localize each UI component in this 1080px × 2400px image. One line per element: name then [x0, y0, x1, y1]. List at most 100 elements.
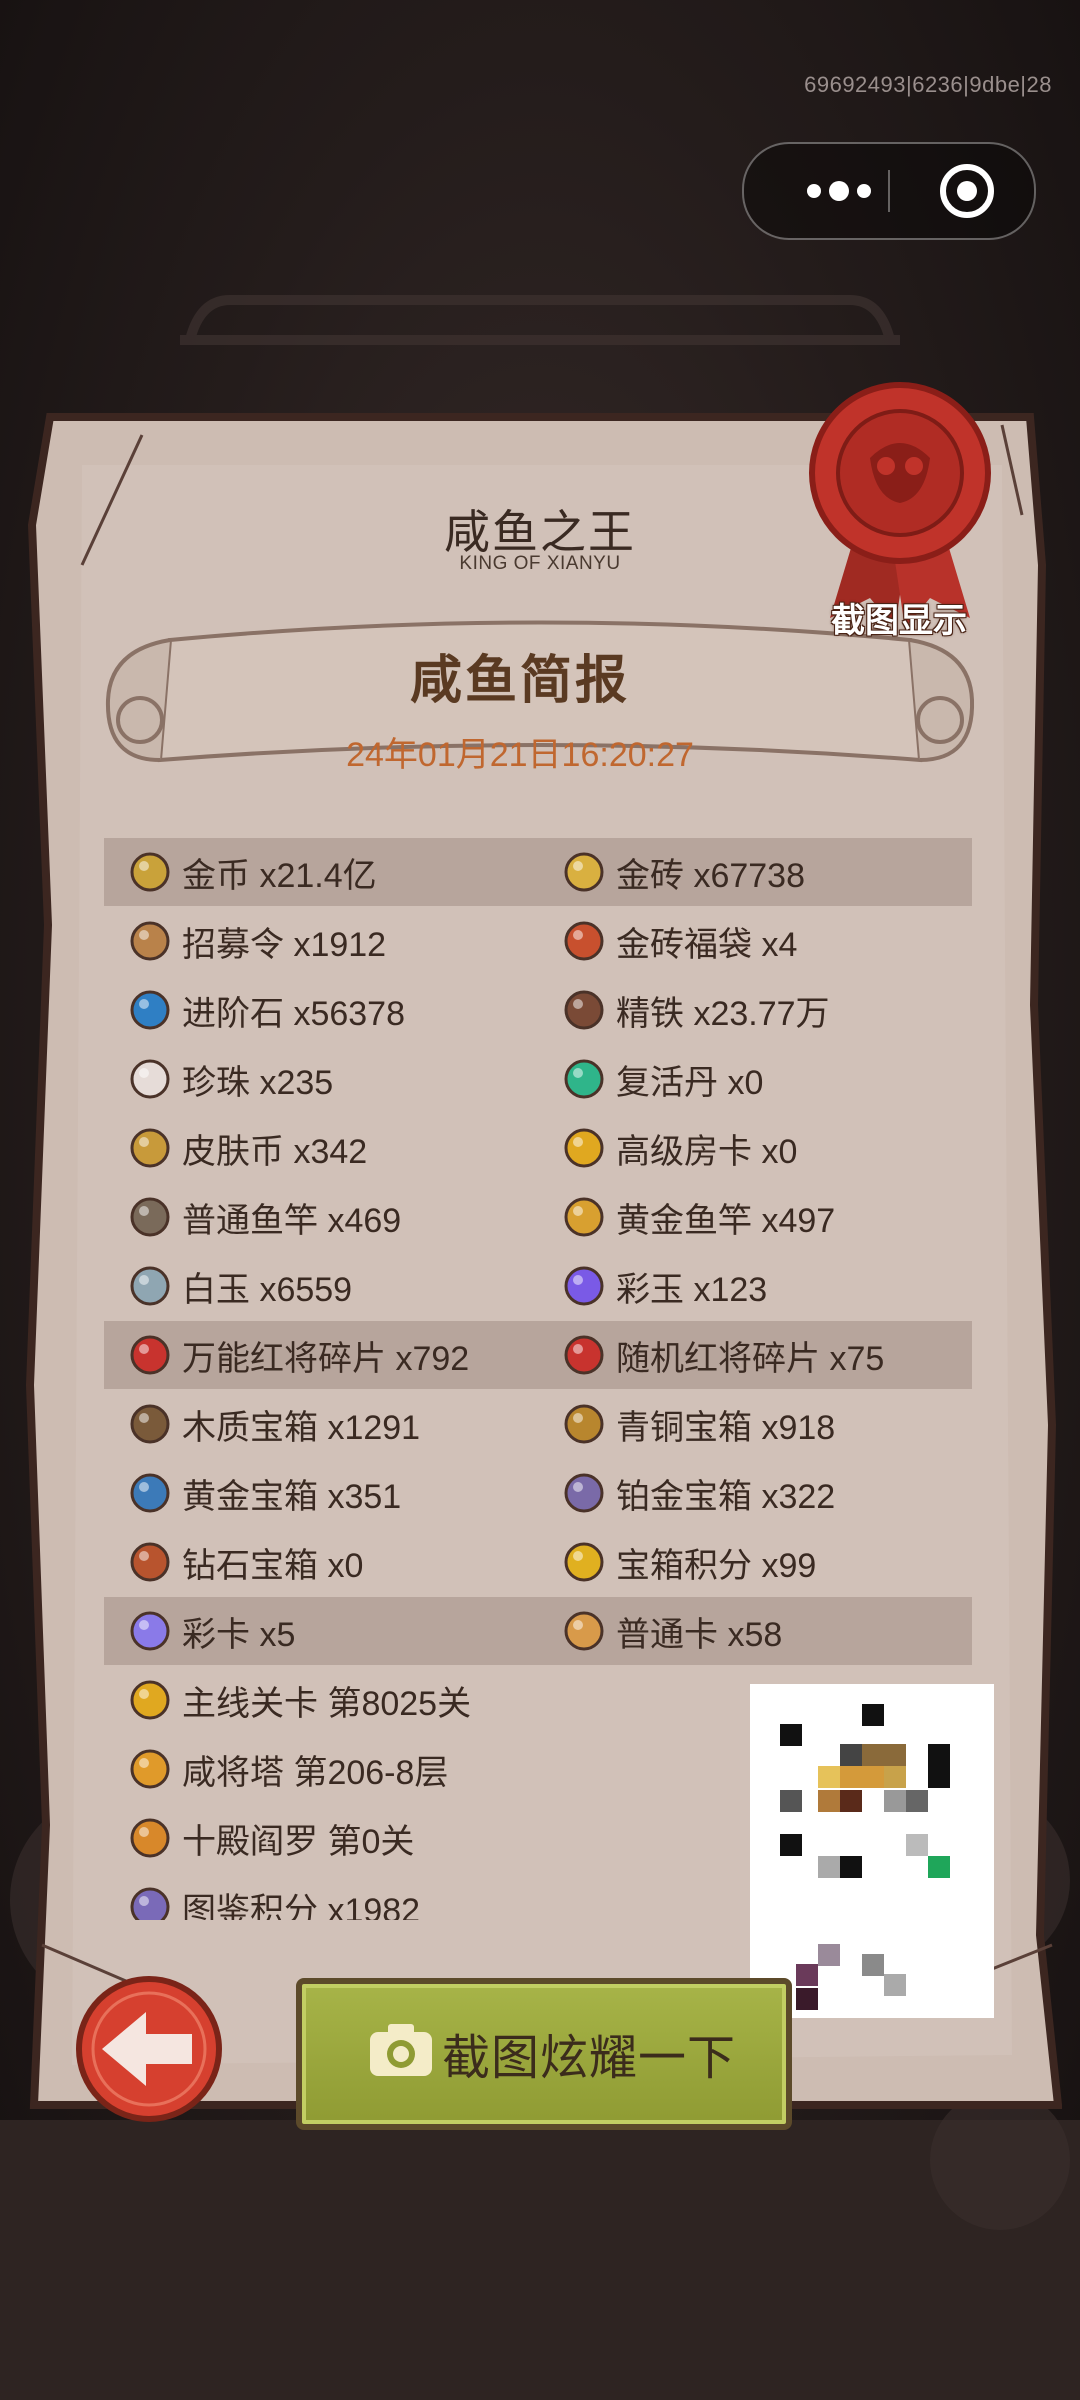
resource-item-label: 十殿阎罗 第0关 [182, 1822, 415, 1861]
resource-item-label: 木质宝箱 x1291 [182, 1408, 421, 1447]
resource-item-label: 白玉 x6559 [182, 1270, 353, 1309]
resource-item-label: 招募令 x1912 [182, 925, 387, 964]
more-dots-icon[interactable] [784, 144, 894, 238]
screenshot-display-label: 截图显示 [831, 602, 967, 640]
resource-item-icon [130, 1473, 170, 1513]
resource-item: 普通卡 x58 [562, 1597, 782, 1665]
resource-row: 皮肤币 x342 高级房卡 x0 [104, 1114, 972, 1182]
resource-item: 金砖福袋 x4 [562, 907, 797, 975]
resource-item-label: 青铜宝箱 x918 [616, 1408, 836, 1447]
resource-item-icon [130, 1335, 170, 1375]
resource-item: 珍珠 x235 [128, 1045, 333, 1113]
resource-item-label: 高级房卡 x0 [616, 1132, 798, 1171]
resource-item: 宝箱积分 x99 [562, 1528, 816, 1596]
resource-item: 钻石宝箱 x0 [128, 1528, 363, 1596]
resource-item-icon [130, 1749, 170, 1789]
qr-code-pixelated [750, 1684, 994, 2018]
resource-item-label: 万能红将碎片 x792 [182, 1339, 470, 1378]
resource-row: 普通鱼竿 x469 黄金鱼竿 x497 [104, 1183, 972, 1251]
resource-item-icon [564, 1197, 604, 1237]
resource-row: 金币 x21.4亿 金砖 x67738 [104, 838, 972, 906]
resource-item: 普通鱼竿 x469 [128, 1183, 401, 1251]
resource-row: 钻石宝箱 x0 宝箱积分 x99 [104, 1528, 972, 1596]
miniapp-capsule [742, 142, 1036, 240]
resource-item-icon [130, 852, 170, 892]
resource-item-label: 黄金宝箱 x351 [182, 1477, 402, 1516]
resource-item-icon [130, 921, 170, 961]
resource-item-label: 珍珠 x235 [182, 1063, 334, 1102]
resource-item-icon [130, 1680, 170, 1720]
resource-item: 十殿阎罗 第0关 [128, 1804, 414, 1872]
resource-item-icon [130, 1266, 170, 1306]
resource-item-label: 铂金宝箱 x322 [616, 1477, 836, 1516]
resource-row: 进阶石 x56378 精铁 x23.77万 [104, 976, 972, 1044]
resource-item-label: 彩玉 x123 [616, 1270, 768, 1309]
resource-row: 招募令 x1912 金砖福袋 x4 [104, 907, 972, 975]
resource-item: 黄金宝箱 x351 [128, 1459, 401, 1527]
resource-item-label: 金砖福袋 x4 [616, 925, 798, 964]
resource-item: 黄金鱼竿 x497 [562, 1183, 835, 1251]
resource-item: 随机红将碎片 x75 [562, 1321, 884, 1389]
resource-item: 木质宝箱 x1291 [128, 1390, 420, 1458]
resource-row: 珍珠 x235 复活丹 x0 [104, 1045, 972, 1113]
resource-item-label: 皮肤币 x342 [182, 1132, 368, 1171]
resource-item: 咸将塔 第206-8层 [128, 1735, 448, 1803]
resource-item-icon [130, 1818, 170, 1858]
resource-item-label: 进阶石 x56378 [182, 994, 405, 1033]
resource-item-icon [564, 1404, 604, 1444]
report-title: 咸鱼简报 [409, 652, 630, 710]
resource-item-label: 钻石宝箱 x0 [182, 1546, 364, 1585]
capsule-divider [888, 170, 890, 212]
resource-item-label: 黄金鱼竿 x497 [616, 1201, 836, 1240]
share-screenshot-button[interactable]: 截图炫耀一下 [296, 1978, 792, 2130]
resource-item: 彩卡 x5 [128, 1597, 295, 1665]
resource-item-icon [564, 921, 604, 961]
resource-item-icon [564, 1542, 604, 1582]
resource-item-label: 咸将塔 第206-8层 [182, 1753, 449, 1792]
resource-row: 万能红将碎片 x792 随机红将碎片 x75 [104, 1321, 972, 1389]
resource-item-label: 普通卡 x58 [616, 1615, 783, 1654]
resource-item: 进阶石 x56378 [128, 976, 405, 1044]
resource-item-icon [130, 1059, 170, 1099]
resource-item-icon [564, 1059, 604, 1099]
report-date: 24年01月21日16:20:27 [346, 736, 694, 774]
resource-item: 金砖 x67738 [562, 838, 805, 906]
resource-item-icon [130, 990, 170, 1030]
resource-item: 金币 x21.4亿 [128, 838, 377, 906]
resource-item-label: 金币 x21.4亿 [182, 856, 377, 895]
resource-row: 白玉 x6559 彩玉 x123 [104, 1252, 972, 1320]
resource-item: 精铁 x23.77万 [562, 976, 830, 1044]
resource-row: 木质宝箱 x1291 青铜宝箱 x918 [104, 1390, 972, 1458]
resource-item-label: 精铁 x23.77万 [616, 994, 830, 1033]
resource-item-label: 宝箱积分 x99 [616, 1546, 817, 1585]
resource-row: 彩卡 x5 普通卡 x58 [104, 1597, 972, 1665]
resource-item-icon [130, 1197, 170, 1237]
share-button-label: 截图炫耀一下 [442, 2032, 737, 2085]
resource-item-icon [564, 1128, 604, 1168]
camera-icon [370, 2024, 432, 2076]
resource-item: 招募令 x1912 [128, 907, 386, 975]
resource-item-label: 金砖 x67738 [616, 856, 805, 895]
resource-item-icon [564, 1473, 604, 1513]
resource-item-label: 彩卡 x5 [182, 1615, 296, 1654]
resource-item-icon [130, 1128, 170, 1168]
resource-item: 彩玉 x123 [562, 1252, 767, 1320]
resource-item-label: 图鉴积分 x1982 [182, 1891, 421, 1921]
resource-item-icon [564, 1266, 604, 1306]
back-arrow-icon[interactable] [74, 1974, 224, 2124]
resource-item-icon [130, 1611, 170, 1651]
resource-item: 青铜宝箱 x918 [562, 1390, 835, 1458]
resource-item-icon [130, 1542, 170, 1582]
target-circle-icon[interactable] [934, 158, 1000, 224]
resource-row: 黄金宝箱 x351 铂金宝箱 x322 [104, 1459, 972, 1527]
resource-item-label: 普通鱼竿 x469 [182, 1201, 402, 1240]
resource-item-icon [130, 1404, 170, 1444]
resource-item-label: 主线关卡 第8025关 [182, 1684, 472, 1723]
resource-item-label: 复活丹 x0 [616, 1063, 764, 1102]
resource-item: 高级房卡 x0 [562, 1114, 797, 1182]
resource-item-icon [564, 852, 604, 892]
resource-item-icon [564, 1335, 604, 1375]
resource-item-icon [564, 1611, 604, 1651]
build-id: 69692493|6236|9dbe|28 [804, 72, 1052, 97]
resource-item: 主线关卡 第8025关 [128, 1666, 471, 1734]
